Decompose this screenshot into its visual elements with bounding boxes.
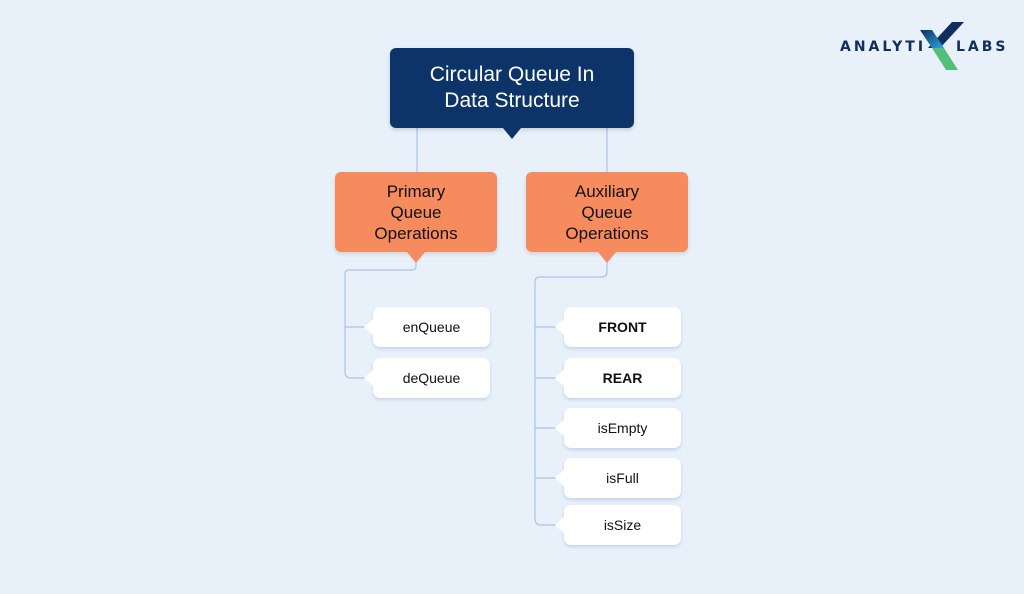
aux-line-1: Auxiliary bbox=[574, 181, 640, 201]
primary-operations-node: Primary Queue Operations bbox=[335, 172, 497, 263]
leaf-isempty: isEmpty bbox=[555, 408, 681, 448]
logo-text-right: LABS bbox=[956, 39, 1009, 55]
primary-line-2: Queue bbox=[390, 202, 442, 222]
aux-line-2: Queue bbox=[581, 202, 633, 222]
leaf-front: FRONT bbox=[555, 307, 681, 347]
leaf-enqueue: enQueue bbox=[364, 307, 490, 347]
aux-line-3: Operations bbox=[565, 223, 649, 243]
title-line-1: Circular Queue In bbox=[429, 63, 595, 86]
leaf-isfull: isFull bbox=[555, 458, 681, 498]
leaf-issize: isSize bbox=[555, 505, 681, 545]
primary-line-3: Operations bbox=[374, 223, 458, 243]
leaf-dequeue: deQueue bbox=[364, 358, 490, 398]
leaf-rear: REAR bbox=[555, 358, 681, 398]
title-line-2: Data Structure bbox=[444, 89, 580, 112]
auxiliary-operations-node: Auxiliary Queue Operations bbox=[526, 172, 688, 263]
logo-text-left: ANALYTI bbox=[840, 39, 927, 55]
title-node: Circular Queue In Data Structure bbox=[390, 48, 634, 139]
primary-line-1: Primary bbox=[386, 181, 446, 201]
analytixlabs-logo: ANALYTI LABS bbox=[838, 22, 1008, 72]
